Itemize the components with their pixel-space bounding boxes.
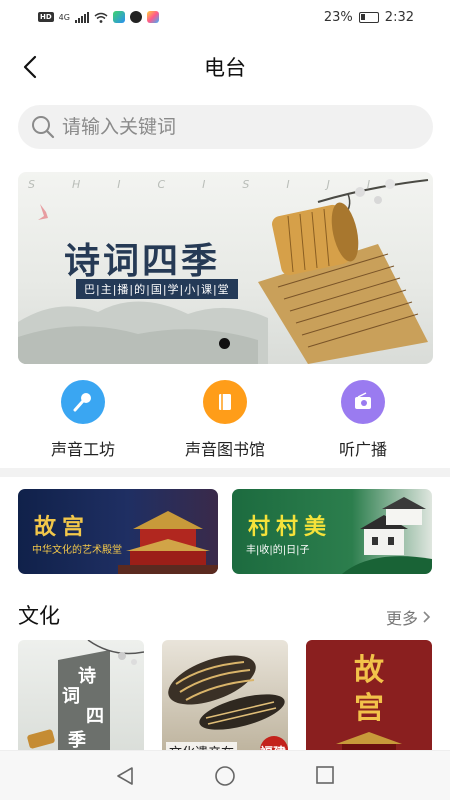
thumb-palace[interactable]: 故宫 xyxy=(306,640,432,765)
search-input[interactable] xyxy=(62,116,402,138)
feature-label: 声音工坊 xyxy=(50,440,115,459)
radio-icon xyxy=(341,380,385,424)
cover-text: 词 xyxy=(62,686,80,707)
radio-page: HD 4G 23% 2:32 电台 请输入关键词 SHICISIJI 诗词四季 … xyxy=(0,0,450,800)
more-link[interactable]: 更多 xyxy=(386,605,432,629)
app-notification-icon xyxy=(112,11,125,23)
card-subtitle: 中华文化的艺术殿堂 xyxy=(32,545,122,556)
book-icon xyxy=(203,380,247,424)
cover-text: 诗 xyxy=(78,666,96,687)
banner-carousel[interactable]: SHICISIJI 诗词四季 巴|主|播|的|国|学|小|课|堂 xyxy=(18,172,433,364)
section-title: 文化 xyxy=(18,604,60,628)
clock: 2:32 xyxy=(384,9,414,25)
page-title: 电台 xyxy=(204,56,246,80)
card-village[interactable]: 村村美 丰|收|的|日|子 xyxy=(232,489,432,574)
search-icon xyxy=(32,116,55,139)
hd-indicator: HD xyxy=(38,12,54,22)
feature-sound-workshop[interactable]: 声音工坊 xyxy=(23,380,143,460)
nav-back-icon[interactable] xyxy=(114,765,136,787)
banner-subtitle: 巴|主|播|的|国|学|小|课|堂 xyxy=(76,279,238,299)
section-divider xyxy=(0,468,450,477)
battery-percent: 23% xyxy=(323,9,353,25)
cover-title: 故宫 xyxy=(354,653,384,726)
card-title: 故宫 xyxy=(34,515,91,540)
thumb-heritage[interactable]: 文化遗产在 福建 xyxy=(162,640,288,765)
network-type: 4G xyxy=(58,12,70,22)
card-palace[interactable]: 故宫 中华文化的艺术殿堂 xyxy=(18,489,218,574)
nav-home-icon[interactable] xyxy=(214,765,236,787)
thumb-poetry[interactable]: 诗 词 四 季 xyxy=(18,640,144,765)
feature-listen-radio[interactable]: 听广播 xyxy=(303,380,423,460)
cover-text: 四 xyxy=(86,706,104,727)
feature-label: 声音图书馆 xyxy=(184,440,265,459)
more-label: 更多 xyxy=(385,609,418,628)
status-bar: HD 4G 23% 2:32 xyxy=(0,0,450,34)
app-notification-icon xyxy=(146,11,159,23)
feature-audio-library[interactable]: 声音图书馆 xyxy=(165,380,285,460)
feature-shortcuts: 声音工坊 声音图书馆 听广播 xyxy=(0,380,450,460)
search-bar[interactable] xyxy=(18,105,433,149)
nav-recents-icon[interactable] xyxy=(315,765,335,785)
header: 电台 xyxy=(0,40,450,94)
chevron-right-icon xyxy=(423,611,431,623)
battery-icon xyxy=(358,11,379,23)
tiktok-icon xyxy=(129,11,142,23)
feature-label: 听广播 xyxy=(338,440,387,459)
wifi-icon xyxy=(94,12,108,23)
banner-title: 诗词四季 xyxy=(64,240,221,282)
microphone-icon xyxy=(61,380,105,424)
card-title: 村村美 xyxy=(248,515,333,540)
carousel-indicator xyxy=(219,338,230,349)
system-nav-bar xyxy=(0,750,450,800)
signal-icon xyxy=(74,11,89,23)
card-subtitle: 丰|收|的|日|子 xyxy=(246,545,310,556)
cover-text: 季 xyxy=(68,730,86,751)
